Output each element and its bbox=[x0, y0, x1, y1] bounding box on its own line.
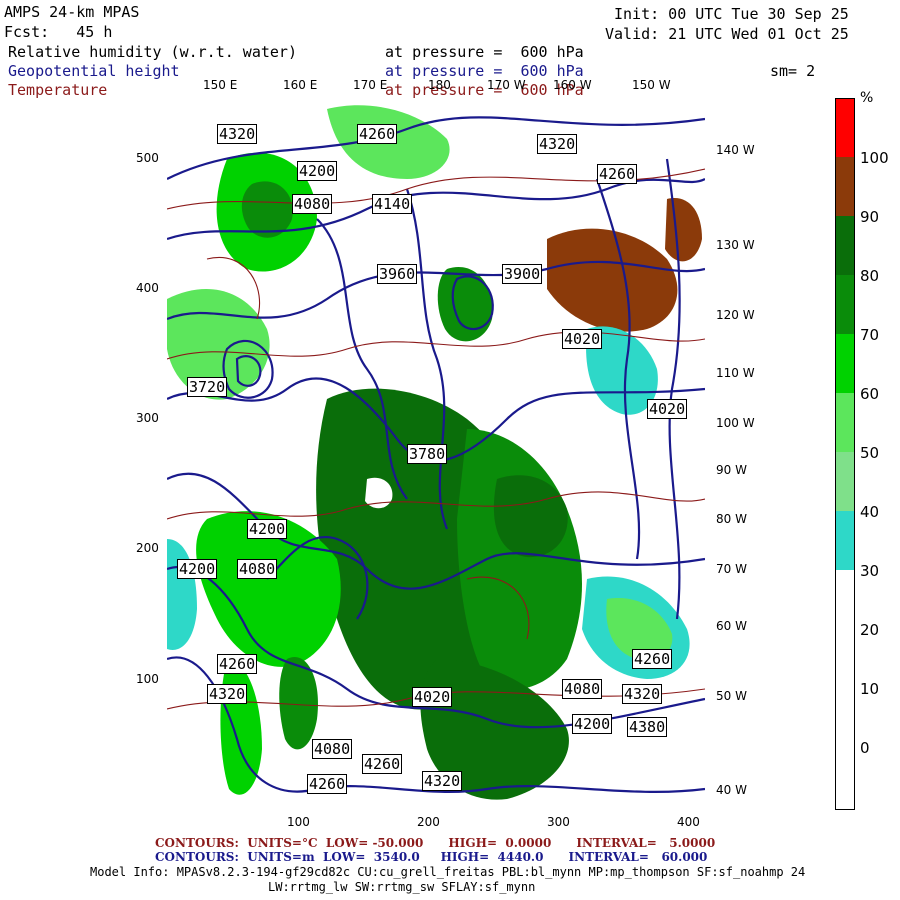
lon-right-label: 50 W bbox=[716, 689, 747, 703]
x-tick: 400 bbox=[677, 815, 700, 829]
height-label: 4260 bbox=[632, 649, 673, 669]
gp-field-label: Geopotential height bbox=[8, 62, 180, 80]
lon-right-label: 80 W bbox=[716, 512, 747, 526]
lon-right-label: 110 W bbox=[716, 366, 755, 380]
height-label: 4260 bbox=[362, 754, 403, 774]
colorbar-label: 30 bbox=[860, 562, 880, 580]
lon-right-label: 140 W bbox=[716, 143, 755, 157]
lon-top-label: 160 E bbox=[283, 78, 318, 92]
model-title: AMPS 24-km MPAS bbox=[4, 3, 140, 21]
height-label: 4380 bbox=[627, 717, 668, 737]
height-label: 3720 bbox=[187, 377, 228, 397]
height-label: 4260 bbox=[307, 774, 348, 794]
height-label: 3780 bbox=[407, 444, 448, 464]
height-label: 4200 bbox=[247, 519, 288, 539]
height-label: 4080 bbox=[292, 194, 333, 214]
height-label: 4200 bbox=[177, 559, 218, 579]
colorbar-unit: % bbox=[860, 90, 874, 106]
lon-top-label: 170 E bbox=[353, 78, 388, 92]
colorbar-label: 50 bbox=[860, 444, 880, 462]
height-label: 3900 bbox=[502, 264, 543, 284]
lon-right-label: 40 W bbox=[716, 783, 747, 797]
height-label: 4320 bbox=[207, 684, 248, 704]
height-label: 3960 bbox=[377, 264, 418, 284]
colorbar-segment bbox=[836, 275, 854, 334]
temp-field-label: Temperature bbox=[8, 81, 108, 99]
lon-right-label: 70 W bbox=[716, 562, 747, 576]
height-contour-info: CONTOURS: UNITS=m LOW= 3540.0 HIGH= 4440… bbox=[155, 850, 708, 864]
y-tick: 100 bbox=[136, 672, 159, 686]
x-tick: 200 bbox=[417, 815, 440, 829]
colorbar-segment bbox=[836, 570, 854, 809]
lon-right-label: 120 W bbox=[716, 308, 755, 322]
colorbar-segment bbox=[836, 99, 854, 157]
lon-top-label: 150 E bbox=[203, 78, 238, 92]
y-tick: 400 bbox=[136, 281, 159, 295]
x-tick: 100 bbox=[287, 815, 310, 829]
height-label: 4020 bbox=[412, 687, 453, 707]
map-panel: 4320 4260 4320 4260 4200 4080 4140 3960 … bbox=[167, 99, 705, 809]
height-label: 4080 bbox=[312, 739, 353, 759]
height-label: 4260 bbox=[357, 124, 398, 144]
lon-right-label: 130 W bbox=[716, 238, 755, 252]
height-label: 4260 bbox=[217, 654, 258, 674]
height-label: 4200 bbox=[572, 714, 613, 734]
lon-top-label: 150 W bbox=[632, 78, 671, 92]
lon-top-label: 180 bbox=[428, 78, 451, 92]
height-label: 4320 bbox=[217, 124, 258, 144]
colorbar-segment bbox=[836, 452, 854, 511]
colorbar-label: 90 bbox=[860, 208, 880, 226]
colorbar-segment bbox=[836, 393, 854, 452]
y-tick: 300 bbox=[136, 411, 159, 425]
colorbar-label: 10 bbox=[860, 680, 880, 698]
lon-top-label: 170 W bbox=[487, 78, 526, 92]
model-info-line2: LW:rrtmg_lw SW:rrtmg_sw SFLAY:sf_mynn bbox=[268, 880, 536, 894]
height-label: 4320 bbox=[622, 684, 663, 704]
height-label: 4020 bbox=[647, 399, 688, 419]
height-label: 4020 bbox=[562, 329, 603, 349]
height-label: 4200 bbox=[297, 161, 338, 181]
colorbar-label: 80 bbox=[860, 267, 880, 285]
colorbar-segment bbox=[836, 511, 854, 570]
init-time: Init: 00 UTC Tue 30 Sep 25 bbox=[614, 5, 849, 23]
colorbar-label: 0 bbox=[860, 739, 870, 757]
lon-top-label: 160 W bbox=[553, 78, 592, 92]
temp-contour-info: CONTOURS: UNITS=°C LOW= -50.000 HIGH= 0.… bbox=[155, 836, 716, 850]
colorbar-label: 70 bbox=[860, 326, 880, 344]
valid-time: Valid: 21 UTC Wed 01 Oct 25 bbox=[605, 25, 849, 43]
height-label: 4080 bbox=[237, 559, 278, 579]
y-tick: 500 bbox=[136, 151, 159, 165]
colorbar-label: 40 bbox=[860, 503, 880, 521]
height-label: 4260 bbox=[597, 164, 638, 184]
forecast-hour: Fcst: 45 h bbox=[4, 23, 113, 41]
height-label: 4080 bbox=[562, 679, 603, 699]
smoothing-label: sm= 2 bbox=[770, 62, 816, 80]
height-label: 4140 bbox=[372, 194, 413, 214]
model-info-line1: Model Info: MPASv8.2.3-194-gf29cd82c CU:… bbox=[90, 865, 806, 879]
colorbar bbox=[835, 98, 855, 810]
height-label: 4320 bbox=[537, 134, 578, 154]
colorbar-segment bbox=[836, 216, 854, 275]
colorbar-label: 100 bbox=[860, 149, 889, 167]
lon-right-label: 60 W bbox=[716, 619, 747, 633]
x-tick: 300 bbox=[547, 815, 570, 829]
y-tick: 200 bbox=[136, 541, 159, 555]
colorbar-segment bbox=[836, 157, 854, 216]
colorbar-label: 60 bbox=[860, 385, 880, 403]
colorbar-segment bbox=[836, 334, 854, 393]
rh-pressure: at pressure = 600 hPa bbox=[385, 43, 584, 61]
lon-right-label: 100 W bbox=[716, 416, 755, 430]
lon-right-label: 90 W bbox=[716, 463, 747, 477]
height-label: 4320 bbox=[422, 771, 463, 791]
rh-field-label: Relative humidity (w.r.t. water) bbox=[8, 43, 297, 61]
colorbar-label: 20 bbox=[860, 621, 880, 639]
